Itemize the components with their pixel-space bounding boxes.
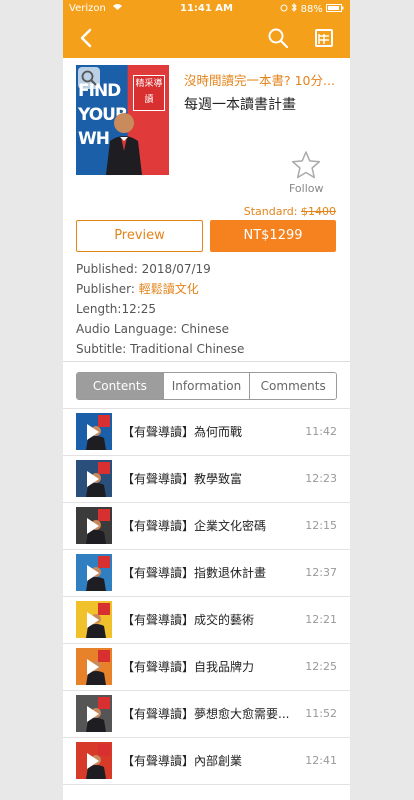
chapter-item[interactable]: 【有聲導讀】夢想愈大愈需要... 11:52 [63,691,350,738]
standard-price-value: $1400 [301,205,336,218]
chapter-thumbnail[interactable] [76,507,112,544]
play-icon[interactable] [87,424,99,440]
chapter-item[interactable]: 【有聲導讀】自我品牌力 12:25 [63,644,350,691]
tab-contents[interactable]: Contents [77,373,163,399]
battery-icon [326,4,344,12]
search-icon[interactable] [266,26,290,50]
published-label: Published: [76,262,138,276]
phone-screen: Verizon 11:41 AM 88% FIND YOUR WH 精采導讀 沒… [63,0,350,800]
book-meta: Published: 2018/07/19 Publisher: 輕鬆讀文化 L… [76,259,244,359]
chapter-item[interactable]: 【有聲導讀】成交的藝術 12:21 [63,597,350,644]
published-value: 2018/07/19 [141,262,211,276]
bluetooth-icon [292,2,298,13]
play-icon[interactable] [87,753,99,769]
cover-badge-mark [98,650,110,662]
cover-badge-mark [98,415,110,427]
chapter-duration: 12:41 [305,754,337,767]
cover-badge-mark [98,744,110,756]
standard-price: Standard: $1400 [244,205,336,218]
cover-badge-mark [98,509,110,521]
chapter-title: 【有聲導讀】企業文化密碼 [122,519,267,533]
audio-label: Audio Language: [76,322,178,336]
chapter-duration: 11:42 [305,425,337,438]
meta-subtitle: Subtitle: Traditional Chinese [76,339,244,359]
chapter-item[interactable]: 【有聲導讀】教學致富 12:23 [63,456,350,503]
book-cover[interactable]: FIND YOUR WH 精采導讀 [76,65,169,175]
standard-price-label: Standard: [243,205,298,218]
cart-icon[interactable] [312,26,336,50]
length-label: Length: [76,302,122,316]
length-value: 12:25 [121,302,157,316]
chapter-duration: 12:21 [305,613,337,626]
chapter-thumbnail[interactable] [76,695,112,732]
cover-badge-mark [98,462,110,474]
play-icon[interactable] [87,518,99,534]
chapter-item[interactable]: 【有聲導讀】內部創業 12:41 [63,738,350,785]
chapter-title: 【有聲導讀】內部創業 [122,754,243,768]
buy-button[interactable]: NT$1299 [210,220,336,252]
book-title: 沒時間讀完一本書? 10分... [184,73,335,88]
meta-audio: Audio Language: Chinese [76,319,244,339]
subtitle-value: Traditional Chinese [130,342,245,356]
back-icon[interactable] [75,26,99,50]
meta-length: Length:12:25 [76,299,244,319]
battery-label: 88% [280,2,344,15]
lock-rotation-icon [280,4,288,12]
play-icon[interactable] [87,612,99,628]
chapter-thumbnail[interactable] [76,601,112,638]
chapter-thumbnail[interactable] [76,460,112,497]
publisher-link[interactable]: 輕鬆讀文化 [139,282,199,296]
chapter-duration: 12:15 [305,519,337,532]
preview-button[interactable]: Preview [76,220,203,252]
zoom-icon[interactable] [78,67,100,89]
chapter-thumbnail[interactable] [76,413,112,450]
status-bar: Verizon 11:41 AM 88% [63,0,350,18]
star-icon[interactable] [291,150,321,180]
chapter-duration: 12:37 [305,566,337,579]
chapter-duration: 12:25 [305,660,337,673]
chapter-title: 【有聲導讀】教學致富 [122,472,243,486]
header-bar: Verizon 11:41 AM 88% [63,0,350,58]
section-divider [63,361,350,362]
tab-information[interactable]: Information [162,373,250,399]
cover-badge: 精采導讀 [133,75,165,111]
subtitle-label: Subtitle: [76,342,127,356]
book-header: FIND YOUR WH 精采導讀 沒時間讀完一本書? 10分... 每週一本讀… [63,58,350,218]
meta-published: Published: 2018/07/19 [76,259,244,279]
chapter-duration: 12:23 [305,472,337,485]
audio-value: Chinese [181,322,229,336]
play-icon[interactable] [87,706,99,722]
cover-badge-mark [98,556,110,568]
book-subtitle: 每週一本讀書計畫 [184,97,296,113]
follow-label[interactable]: Follow [289,182,324,195]
chapter-thumbnail[interactable] [76,742,112,779]
play-icon[interactable] [87,565,99,581]
nav-row [63,18,350,58]
chapter-title: 【有聲導讀】指數退休計畫 [122,566,267,580]
tab-bar: Contents Information Comments [76,372,337,400]
battery-text: 88% [300,4,323,15]
chapter-title: 【有聲導讀】成交的藝術 [122,613,255,627]
play-icon[interactable] [87,471,99,487]
play-icon[interactable] [87,659,99,675]
chapter-title: 【有聲導讀】夢想愈大愈需要... [122,707,290,721]
chapter-title: 【有聲導讀】自我品牌力 [122,660,255,674]
cover-badge-mark [98,697,110,709]
chapter-thumbnail[interactable] [76,554,112,591]
chapter-item[interactable]: 【有聲導讀】指數退休計畫 12:37 [63,550,350,597]
chapter-thumbnail[interactable] [76,648,112,685]
chapter-item[interactable]: 【有聲導讀】企業文化密碼 12:15 [63,503,350,550]
publisher-label: Publisher: [76,282,135,296]
tab-comments[interactable]: Comments [249,373,336,399]
chapter-list: 【有聲導讀】為何而戰 11:42 【有聲導讀】教學致富 12:23 【有聲導讀】企業文化… [63,408,350,785]
chapter-duration: 11:52 [305,707,337,720]
chapter-title: 【有聲導讀】為何而戰 [122,425,243,439]
author-photo-icon [106,113,142,175]
cover-badge-mark [98,603,110,615]
meta-publisher: Publisher: 輕鬆讀文化 [76,279,244,299]
chapter-item[interactable]: 【有聲導讀】為何而戰 11:42 [63,408,350,456]
